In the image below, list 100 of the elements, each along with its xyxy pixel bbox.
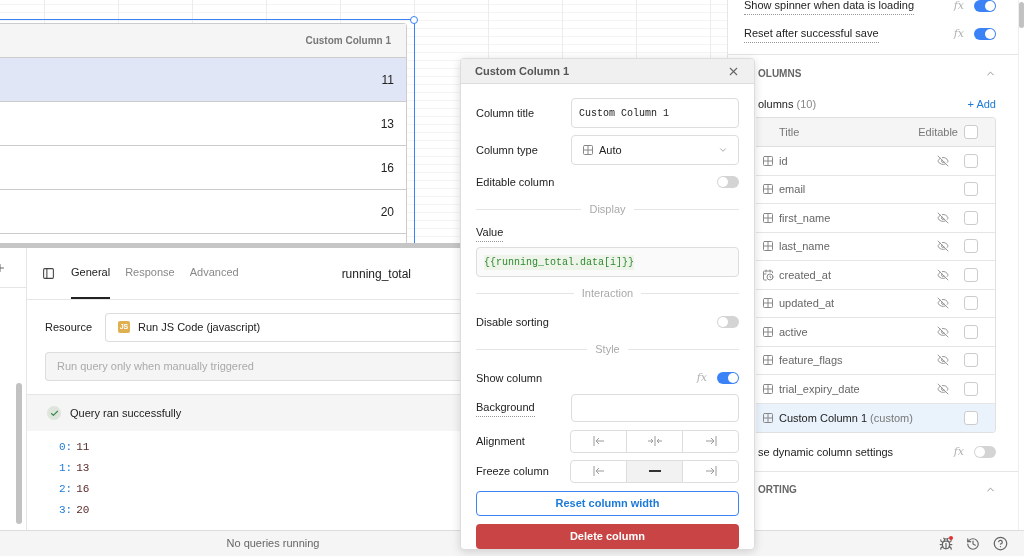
code-field[interactable]: {{running_total.data[i]}} bbox=[476, 247, 739, 277]
dash-icon bbox=[648, 470, 661, 472]
scrollbar-thumb[interactable] bbox=[1019, 2, 1024, 28]
column-header[interactable]: Custom Column 1 bbox=[305, 33, 391, 48]
field-label: Freeze column bbox=[476, 463, 549, 479]
result-index: 2: bbox=[59, 482, 73, 498]
columns-label: olumns (10) bbox=[758, 96, 817, 112]
help-icon[interactable] bbox=[993, 536, 1008, 551]
toggle-switch[interactable] bbox=[974, 446, 996, 458]
grid-icon bbox=[762, 382, 774, 395]
column-name: trial_expiry_date bbox=[779, 381, 860, 397]
column-name: feature_flags bbox=[779, 353, 843, 368]
eye-off-icon[interactable] bbox=[937, 354, 949, 367]
table-row[interactable]: 11 bbox=[0, 58, 406, 102]
field-label: Show column bbox=[476, 370, 543, 386]
checkbox[interactable] bbox=[964, 410, 978, 425]
checkbox[interactable] bbox=[964, 353, 978, 368]
query-status: Query ran successfully bbox=[70, 405, 182, 421]
field-label: Background bbox=[476, 399, 535, 417]
eye-off-icon[interactable] bbox=[937, 325, 949, 338]
add-column-link[interactable]: + Add bbox=[967, 95, 996, 113]
column-name: active bbox=[779, 324, 808, 340]
result-value: 11 bbox=[76, 440, 90, 456]
section-title: ORTING bbox=[758, 483, 797, 497]
eye-off-icon[interactable] bbox=[937, 240, 949, 253]
query-tab[interactable]: General bbox=[71, 248, 111, 299]
segment-button[interactable] bbox=[682, 459, 739, 483]
align-left-icon bbox=[592, 466, 605, 476]
success-check-icon bbox=[47, 406, 61, 420]
column-name: last_name bbox=[779, 239, 830, 254]
column-item[interactable]: Custom Column 1 (custom) bbox=[756, 403, 995, 432]
background-field[interactable] bbox=[571, 394, 739, 422]
eye-off-icon[interactable] bbox=[937, 268, 949, 281]
query-name: running_total bbox=[341, 265, 411, 283]
eye-off-icon[interactable] bbox=[937, 297, 949, 310]
field-label: Editable column bbox=[476, 174, 555, 190]
segment-button[interactable] bbox=[626, 429, 683, 453]
grid-icon bbox=[762, 211, 774, 224]
grid-icon bbox=[762, 297, 774, 310]
column-heading: Title bbox=[779, 124, 800, 140]
table-cell-text: 11 bbox=[381, 71, 394, 89]
checkbox[interactable] bbox=[964, 267, 978, 282]
column-name: id bbox=[779, 153, 788, 169]
setting-label: Show spinner when data is loading bbox=[744, 0, 914, 15]
align-left-icon bbox=[592, 436, 605, 446]
resize-handle[interactable] bbox=[410, 16, 418, 24]
table-cell-text: 16 bbox=[380, 159, 394, 177]
fx-label: fx bbox=[953, 0, 964, 14]
checkbox[interactable] bbox=[964, 324, 978, 339]
toggle-switch[interactable] bbox=[974, 0, 996, 12]
scrollbar-thumb[interactable] bbox=[16, 383, 22, 524]
resource-value: Run JS Code (javascript) bbox=[138, 319, 261, 335]
eye-off-icon[interactable] bbox=[937, 382, 949, 395]
result-value: 16 bbox=[76, 482, 90, 498]
delete-button[interactable]: Delete column bbox=[476, 524, 739, 549]
column-name: created_at bbox=[779, 267, 831, 283]
field-label: Disable sorting bbox=[476, 314, 549, 330]
section-label: Display bbox=[589, 201, 626, 217]
section-label: Style bbox=[595, 341, 620, 357]
segment-button[interactable] bbox=[626, 459, 683, 483]
checkbox[interactable] bbox=[964, 296, 978, 311]
grid-icon bbox=[762, 325, 774, 338]
query-tab[interactable]: Response bbox=[125, 248, 175, 299]
setting-label: se dynamic column settings bbox=[758, 444, 894, 460]
checkbox[interactable] bbox=[964, 210, 978, 225]
chevron-down-icon bbox=[718, 145, 728, 155]
column-name: updated_at bbox=[779, 296, 835, 311]
status-text: No queries running bbox=[226, 536, 320, 552]
toggle-switch[interactable] bbox=[717, 372, 739, 384]
checkbox[interactable] bbox=[964, 381, 978, 396]
grid-icon bbox=[762, 411, 774, 424]
toggle-switch[interactable] bbox=[717, 176, 739, 188]
reset-button[interactable]: Reset column width bbox=[476, 491, 739, 516]
column-title-field[interactable]: Custom Column 1 bbox=[571, 98, 739, 128]
sidebar-toggle-icon[interactable] bbox=[42, 267, 55, 280]
setting-label: Reset after successful save bbox=[744, 25, 879, 43]
grid-icon bbox=[762, 240, 774, 253]
eye-off-icon[interactable] bbox=[937, 211, 949, 224]
checkbox[interactable] bbox=[964, 153, 978, 168]
segment-button[interactable] bbox=[570, 429, 627, 453]
toggle-switch[interactable] bbox=[717, 316, 739, 328]
result-value: 13 bbox=[76, 461, 90, 477]
checkbox[interactable] bbox=[964, 239, 978, 254]
eye-off-icon[interactable] bbox=[937, 154, 949, 167]
fx-label: fx bbox=[696, 369, 707, 386]
query-tab[interactable]: Advanced bbox=[189, 248, 239, 299]
calendar-clock-icon bbox=[762, 268, 774, 281]
bug-icon[interactable] bbox=[939, 536, 953, 551]
result-index: 3: bbox=[59, 503, 73, 519]
checkbox[interactable] bbox=[964, 125, 978, 139]
segment-button[interactable] bbox=[682, 429, 739, 453]
history-icon[interactable] bbox=[966, 536, 980, 551]
checkbox[interactable] bbox=[964, 182, 978, 197]
segment-button[interactable] bbox=[570, 459, 627, 483]
table-cell-text: 13 bbox=[380, 115, 394, 133]
field-label: Column type bbox=[476, 142, 538, 158]
toggle-switch[interactable] bbox=[974, 28, 996, 40]
fx-label: fx bbox=[953, 443, 964, 460]
column-type-select[interactable]: Auto bbox=[571, 135, 739, 165]
section-title: OLUMNS bbox=[758, 66, 802, 81]
